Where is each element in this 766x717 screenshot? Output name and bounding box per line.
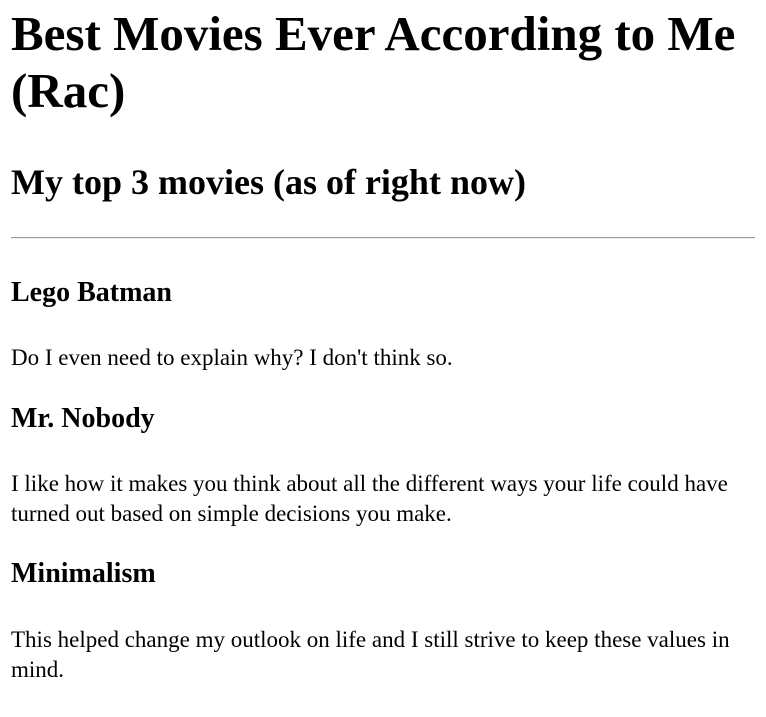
- movie-item: Lego Batman Do I even need to explain wh…: [11, 276, 755, 373]
- page-subtitle: My top 3 movies (as of right now): [11, 162, 526, 202]
- movie-item: Mr. Nobody I like how it makes you think…: [11, 402, 755, 529]
- movie-title: Lego Batman: [11, 277, 172, 308]
- movie-title: Mr. Nobody: [11, 403, 155, 434]
- section-divider: [11, 237, 755, 239]
- movie-title: Minimalism: [11, 558, 156, 589]
- movie-description: This helped change my outlook on life an…: [11, 627, 730, 682]
- page-title: Best Movies Ever According to Me (Rac): [11, 6, 736, 118]
- movie-description: Do I even need to explain why? I don't t…: [11, 345, 453, 370]
- movie-item: Minimalism This helped change my outlook…: [11, 557, 755, 685]
- movie-description: I like how it makes you think about all …: [11, 471, 728, 526]
- page-content: Best Movies Ever According to Me (Rac) M…: [0, 5, 766, 685]
